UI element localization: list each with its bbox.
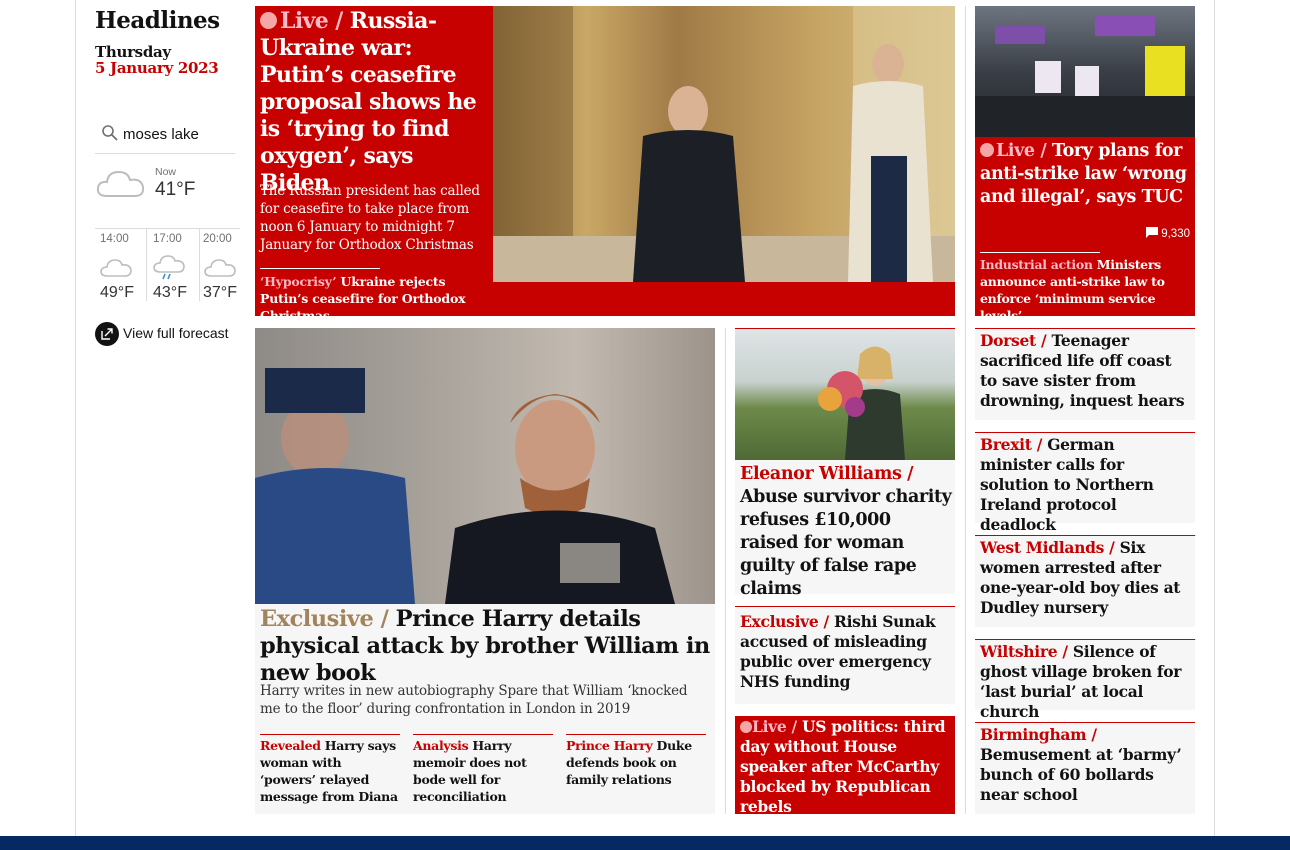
news-card-headline[interactable]: Wiltshire / Silence of ghost village bro…	[980, 642, 1189, 722]
footer-navy-bar	[0, 836, 1290, 850]
harry-story-card[interactable]: Exclusive / Prince Harry details physica…	[255, 328, 715, 814]
news-card[interactable]: Wiltshire / Silence of ghost village bro…	[975, 639, 1195, 721]
lead-story-card[interactable]: Live / Russia-Ukraine war: Putin’s cease…	[255, 6, 955, 323]
news-kicker: Birmingham /	[980, 725, 1097, 744]
strike-protest-photo[interactable]	[975, 6, 1195, 137]
exclusive-kicker: Exclusive /	[260, 606, 389, 632]
lead-headline-text: Russia-Ukraine war: Putin’s ceasefire pr…	[260, 8, 477, 196]
section-title: Headlines	[95, 7, 220, 34]
news-card-headline[interactable]: Birmingham / Bemusement at ‘barmy’ bunch…	[980, 725, 1189, 805]
comment-count[interactable]: 9,330	[1146, 227, 1190, 240]
live-dot-icon	[740, 720, 752, 733]
exclusive-kicker: Exclusive /	[740, 612, 829, 631]
forecast-slot: 20:00 37°F	[201, 229, 240, 301]
putin-photo-illustration	[493, 6, 955, 282]
news-card[interactable]: Birmingham / Bemusement at ‘barmy’ bunch…	[975, 722, 1195, 814]
us-politics-story-card[interactable]: Live / US politics: third day without Ho…	[735, 716, 955, 817]
sunak-headline[interactable]: Exclusive / Rishi Sunak accused of misle…	[740, 612, 949, 692]
strike-photo-illustration	[975, 16, 1195, 137]
news-card[interactable]: West Midlands / Six women arrested after…	[975, 535, 1195, 627]
location-value: moses lake	[123, 126, 199, 143]
news-kicker: Wiltshire /	[980, 642, 1068, 661]
live-label: Live /	[752, 717, 797, 736]
news-card[interactable]: Brexit / German minister calls for solut…	[975, 432, 1195, 534]
eleanor-kicker: Eleanor Williams /	[740, 464, 914, 484]
forecast-temp: 43°F	[153, 284, 187, 301]
lead-headline[interactable]: Live / Russia-Ukraine war: Putin’s cease…	[260, 8, 488, 197]
cloud-icon	[204, 259, 236, 277]
live-dot-icon	[980, 143, 994, 157]
forecast-time: 20:00	[203, 233, 232, 245]
forecast-slot: 17:00 43°F	[148, 229, 200, 301]
lead-sublink-divider	[260, 268, 380, 269]
harry-william-photo[interactable]	[255, 328, 715, 604]
news-card-headline[interactable]: Brexit / German minister calls for solut…	[980, 435, 1189, 535]
strike-story-card[interactable]: Live / Tory plans for anti-strike law ‘w…	[975, 6, 1195, 323]
live-dot-icon	[260, 11, 277, 29]
weather-forecast: 14:00 49°F 17:00 43°F 20:00 37°F	[95, 229, 240, 301]
live-label: Live /	[996, 141, 1047, 161]
lead-sublink[interactable]: ‘Hypocrisy’ Ukraine rejects Putin’s ceas…	[260, 273, 488, 324]
external-link-icon	[95, 322, 119, 346]
lead-standfirst: The Russian president has called for cea…	[260, 183, 480, 253]
weather-location-search[interactable]: moses lake	[95, 118, 235, 154]
column-divider	[965, 6, 966, 814]
sublink-kicker: Revealed	[260, 738, 321, 753]
news-card[interactable]: Dorset / Teenager sacrificed life off co…	[975, 328, 1195, 420]
sunak-story-card[interactable]: Exclusive / Rishi Sunak accused of misle…	[735, 606, 955, 704]
weather-now-temp: 41°F	[155, 179, 196, 200]
harry-headline[interactable]: Exclusive / Prince Harry details physica…	[260, 606, 710, 687]
forecast-time: 17:00	[153, 233, 182, 245]
rain-cloud-icon	[153, 255, 185, 280]
sublink-kicker: Analysis	[413, 738, 469, 753]
sublink-kicker: Industrial action	[980, 257, 1093, 272]
forecast-slot: 14:00 49°F	[95, 229, 147, 301]
us-politics-headline[interactable]: Live / US politics: third day without Ho…	[740, 717, 952, 817]
comment-icon	[1146, 227, 1159, 238]
page-left-border	[75, 0, 76, 836]
forecast-temp: 49°F	[100, 284, 134, 301]
news-headline-text: Bemusement at ‘barmy’ bunch of 60 bollar…	[980, 745, 1182, 804]
harry-sublink[interactable]: Revealed Harry says woman with ‘powers’ …	[260, 734, 400, 805]
harry-photo-illustration	[255, 368, 675, 604]
sublink-kicker: Prince Harry	[566, 738, 653, 753]
forecast-time: 14:00	[100, 233, 129, 245]
news-card-headline[interactable]: West Midlands / Six women arrested after…	[980, 538, 1189, 618]
date-full: 5 January 2023	[95, 59, 219, 77]
harry-standfirst: Harry writes in new autobiography Spare …	[260, 683, 688, 717]
news-kicker: Dorset /	[980, 331, 1047, 350]
forecast-temp: 37°F	[203, 284, 237, 301]
full-forecast-label: View full forecast	[123, 325, 229, 341]
full-forecast-link[interactable]: View full forecast	[95, 321, 240, 347]
comment-count-value: 9,330	[1161, 228, 1190, 240]
news-card-headline[interactable]: Dorset / Teenager sacrificed life off co…	[980, 331, 1189, 411]
cloud-icon	[100, 259, 132, 277]
eleanor-story-card[interactable]: Eleanor Williams / Abuse survivor charit…	[735, 328, 955, 599]
eleanor-headline[interactable]: Eleanor Williams / Abuse survivor charit…	[740, 463, 952, 601]
sublink-kicker: ‘Hypocrisy’	[260, 274, 337, 289]
weather-now-label: Now	[155, 166, 177, 178]
flowers-photo[interactable]	[735, 329, 955, 460]
page-right-border	[1214, 0, 1215, 836]
cloud-icon	[96, 170, 145, 197]
search-icon	[102, 125, 118, 141]
strike-sublink[interactable]: Industrial action Ministers announce ant…	[980, 256, 1192, 324]
harry-sublink[interactable]: Analysis Harry memoir does not bode well…	[413, 734, 553, 805]
news-kicker: Brexit /	[980, 435, 1043, 454]
harry-sublink[interactable]: Prince Harry Duke defends book on family…	[566, 734, 706, 788]
putin-photo[interactable]	[493, 6, 955, 282]
strike-headline[interactable]: Live / Tory plans for anti-strike law ‘w…	[980, 140, 1192, 209]
eleanor-headline-text: Abuse survivor charity refuses £10,000 r…	[740, 487, 952, 599]
strike-sublink-divider	[980, 252, 1100, 253]
flowers-photo-illustration	[818, 346, 905, 460]
news-kicker: West Midlands /	[980, 538, 1115, 557]
column-divider	[725, 328, 726, 814]
live-label: Live /	[280, 8, 343, 34]
